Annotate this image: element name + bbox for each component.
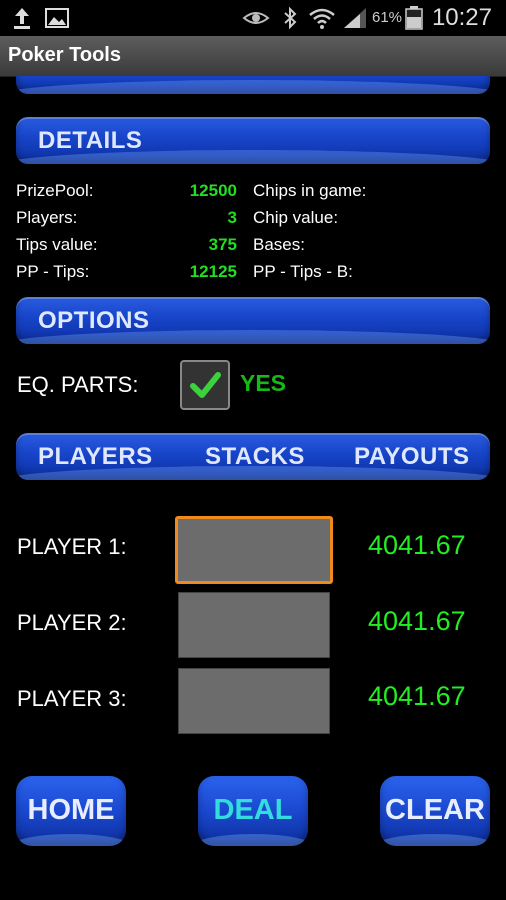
player-2-stack-input[interactable]: [178, 592, 330, 658]
tab-players[interactable]: PLAYERS: [38, 443, 153, 471]
tab-payouts[interactable]: PAYOUTS: [354, 443, 470, 471]
deal-button-label: DEAL: [213, 794, 293, 826]
bases-label: Bases:: [253, 235, 305, 254]
options-header-label: OPTIONS: [38, 307, 150, 334]
player-3-label: PLAYER 3:: [17, 686, 127, 711]
bluetooth-icon: [284, 6, 297, 30]
players-value: 3: [227, 208, 237, 227]
eq-parts-label: EQ. PARTS:: [17, 372, 139, 397]
player-2-label: PLAYER 2:: [17, 610, 127, 635]
pp-tips-b-label: PP - Tips - B:: [253, 262, 353, 281]
player-2-payout: 4041.67: [368, 606, 466, 636]
player-3-payout: 4041.67: [368, 681, 466, 711]
details-header-label: DETAILS: [38, 127, 143, 154]
pp-tips-label: PP - Tips:: [16, 262, 90, 281]
upload-icon: [14, 8, 30, 29]
chips-in-game-label: Chips in game:: [253, 181, 367, 200]
details-header[interactable]: DETAILS: [16, 117, 490, 164]
options-header[interactable]: OPTIONS: [16, 297, 490, 344]
clear-button-label: CLEAR: [385, 794, 485, 826]
image-icon: [45, 8, 69, 28]
tab-stacks[interactable]: STACKS: [205, 443, 305, 471]
player-1-payout: 4041.67: [368, 530, 466, 560]
eq-parts-checkbox[interactable]: [180, 360, 230, 410]
chip-value-label: Chip value:: [253, 208, 339, 227]
home-button[interactable]: HOME: [16, 776, 126, 846]
eq-parts-value: YES: [240, 370, 287, 396]
player-1-stack-input[interactable]: [175, 516, 333, 584]
signal-icon: [344, 8, 366, 28]
check-icon: [190, 372, 221, 398]
clear-button[interactable]: CLEAR: [380, 776, 490, 846]
players-label: Players:: [16, 208, 78, 227]
battery-icon: [405, 6, 423, 30]
pp-tips-value: 12125: [189, 262, 237, 281]
status-bar: 61% 10:27: [0, 0, 506, 36]
clock: 10:27: [431, 4, 492, 31]
action-bar: Poker Tools: [0, 36, 506, 77]
tips-value: 375: [208, 235, 237, 254]
wifi-icon: [309, 8, 335, 29]
deal-button[interactable]: DEAL: [198, 776, 308, 846]
app-title: Poker Tools: [8, 44, 121, 66]
eye-icon: [242, 12, 270, 24]
prizepool-value: 12500: [189, 181, 237, 200]
battery-percent: 61%: [372, 9, 403, 26]
home-button-label: HOME: [27, 794, 115, 826]
player-3-stack-input[interactable]: [178, 668, 330, 734]
tips-value-label: Tips value:: [16, 235, 98, 254]
player-1-label: PLAYER 1:: [17, 534, 127, 559]
tabs-bar: PLAYERS STACKS PAYOUTS: [16, 433, 490, 480]
prizepool-label: PrizePool:: [16, 181, 94, 200]
